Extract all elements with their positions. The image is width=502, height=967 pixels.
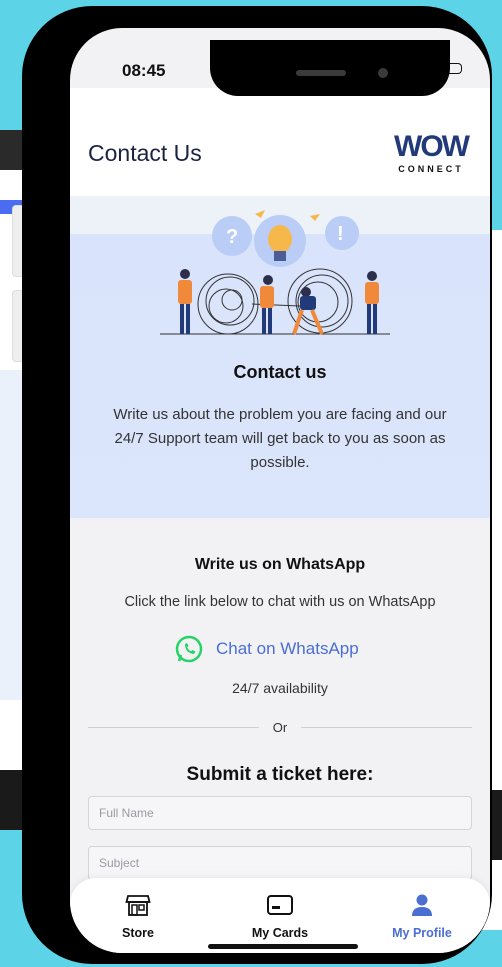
- hero-banner: ? ! Contact us Write us about the proble…: [70, 196, 490, 518]
- whatsapp-title: Write us on WhatsApp: [194, 556, 366, 573]
- hero-heading: Contact us: [233, 362, 327, 382]
- subject-field[interactable]: [88, 846, 472, 880]
- tab-label: My Cards: [251, 926, 309, 940]
- svg-text:?: ?: [226, 226, 238, 248]
- divider-line: [88, 727, 259, 728]
- page-title: Contact Us: [88, 140, 202, 166]
- phone-frame: 08:45 5G Contact Us WOW CONNECT ?: [22, 6, 492, 964]
- camera: [378, 68, 388, 78]
- svg-text:!: !: [337, 223, 344, 245]
- tab-my-profile[interactable]: My Profile: [367, 890, 477, 940]
- card-icon: [267, 895, 293, 915]
- notch: [210, 40, 450, 96]
- logo: WOW CONNECT: [394, 130, 470, 175]
- availability-text: 24/7 availability: [232, 680, 328, 696]
- tab-label: My Profile: [392, 926, 452, 940]
- status-time: 08:45: [122, 61, 166, 80]
- ticket-title: Submit a ticket here:: [186, 764, 374, 785]
- phone-screen: 08:45 5G Contact Us WOW CONNECT ?: [70, 28, 490, 953]
- logo-main: WOW: [394, 130, 470, 163]
- whatsapp-icon: [175, 635, 203, 663]
- store-icon: [125, 895, 151, 916]
- tab-store[interactable]: Store: [83, 890, 193, 940]
- whatsapp-link-label: Chat on WhatsApp: [216, 639, 359, 658]
- support-illustration: ? !: [160, 210, 390, 335]
- divider-label: Or: [272, 720, 288, 735]
- or-divider: Or: [88, 720, 473, 735]
- home-indicator[interactable]: [208, 944, 358, 949]
- person-icon: [412, 894, 432, 916]
- tab-my-cards[interactable]: My Cards: [225, 890, 335, 940]
- page-header: Contact Us WOW CONNECT: [70, 88, 490, 196]
- tab-bar: Store My Cards My Profile: [70, 878, 490, 953]
- logo-sub: CONNECT: [398, 164, 464, 174]
- hero-description: Write us about the problem you are facin…: [113, 406, 447, 471]
- divider-line: [301, 727, 473, 728]
- whatsapp-chat-link[interactable]: Chat on WhatsApp: [174, 634, 359, 664]
- tab-label: Store: [122, 926, 154, 940]
- whatsapp-description: Click the link below to chat with us on …: [124, 594, 436, 610]
- speaker: [296, 70, 346, 76]
- full-name-field[interactable]: [88, 796, 472, 830]
